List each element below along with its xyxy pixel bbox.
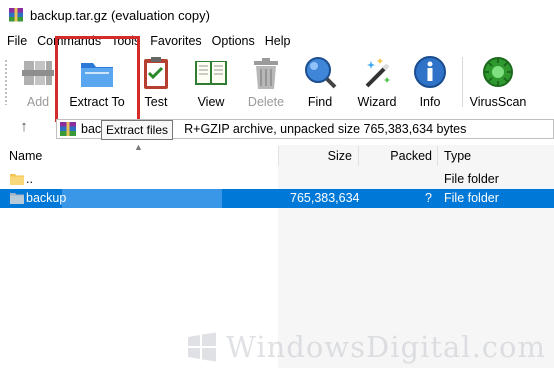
toolbar-separator: [462, 57, 463, 107]
extract-tooltip: Extract files: [101, 120, 174, 140]
magnifier-icon: [305, 57, 337, 89]
menu-favorites[interactable]: Favorites: [145, 34, 206, 48]
extract-to-highlight: [55, 36, 140, 122]
add-archive-icon: [22, 61, 54, 85]
column-divider[interactable]: [358, 146, 359, 166]
column-header-type[interactable]: Type: [444, 144, 471, 168]
file-list-header: ▲ Name Size Packed Type: [0, 142, 554, 168]
winrar-archive-icon: [9, 8, 23, 22]
view-button[interactable]: View: [189, 51, 233, 113]
menu-help[interactable]: Help: [260, 34, 296, 48]
delete-label: Delete: [247, 95, 285, 109]
column-header-packed[interactable]: Packed: [370, 144, 432, 168]
test-clipboard-icon: [144, 57, 168, 89]
column-divider[interactable]: [278, 146, 279, 166]
column-header-name[interactable]: Name: [9, 144, 42, 168]
item-type: File folder: [444, 191, 499, 205]
item-packed: ?: [425, 191, 432, 205]
item-size: [300, 170, 352, 189]
item-name: ..: [26, 172, 33, 186]
item-size: 765,383,634: [290, 191, 360, 205]
virusscan-label: VirusScan: [469, 95, 527, 109]
wizard-label: Wizard: [357, 95, 397, 109]
add-button[interactable]: Add: [18, 51, 58, 113]
book-view-icon: [195, 61, 227, 85]
virus-scan-icon: [483, 57, 513, 87]
delete-button[interactable]: Delete: [246, 51, 286, 113]
folder-icon: [10, 174, 24, 185]
item-packed: [370, 170, 432, 189]
virusscan-button[interactable]: VirusScan: [470, 51, 526, 113]
watermark: WindowsDigital.com: [184, 329, 546, 365]
window-title: backup.tar.gz (evaluation copy): [30, 7, 210, 23]
address-bar: ↑ bac R+GZIP archive, unpacked size 765,…: [0, 117, 554, 141]
title-bar: backup.tar.gz (evaluation copy): [0, 0, 554, 30]
trash-can-icon: [254, 58, 278, 89]
archive-info-prefix: bac: [81, 122, 102, 136]
folder-icon: [10, 193, 24, 204]
wizard-button[interactable]: Wizard: [355, 51, 399, 113]
info-button[interactable]: Info: [410, 51, 450, 113]
add-label: Add: [26, 95, 50, 109]
item-type: File folder: [444, 172, 499, 186]
column-divider[interactable]: [437, 146, 438, 166]
list-item-parent[interactable]: .. File folder: [0, 170, 554, 189]
menu-file[interactable]: File: [0, 34, 32, 48]
name-selection-highlight: [62, 189, 222, 208]
watermark-text: WindowsDigital.com: [226, 330, 546, 364]
windows-logo-icon: [188, 332, 217, 362]
menu-options[interactable]: Options: [207, 34, 260, 48]
info-label: Info: [419, 95, 441, 109]
item-name: backup: [26, 191, 67, 205]
list-item-backup[interactable]: backup 765,383,634 ? File folder: [0, 189, 554, 208]
magic-wand-icon: [365, 58, 390, 88]
up-arrow-icon[interactable]: ↑: [14, 118, 34, 135]
sort-ascending-icon: ▲: [134, 142, 143, 152]
column-header-size[interactable]: Size: [300, 144, 352, 168]
archive-info-text: R+GZIP archive, unpacked size 765,383,63…: [184, 122, 467, 136]
find-label: Find: [307, 95, 333, 109]
test-label: Test: [144, 95, 168, 109]
toolbar-grip[interactable]: [4, 59, 8, 105]
test-button[interactable]: Test: [136, 51, 176, 113]
winrar-archive-icon: [60, 122, 76, 136]
find-button[interactable]: Find: [300, 51, 340, 113]
info-icon: [414, 56, 446, 88]
view-label: View: [197, 95, 225, 109]
